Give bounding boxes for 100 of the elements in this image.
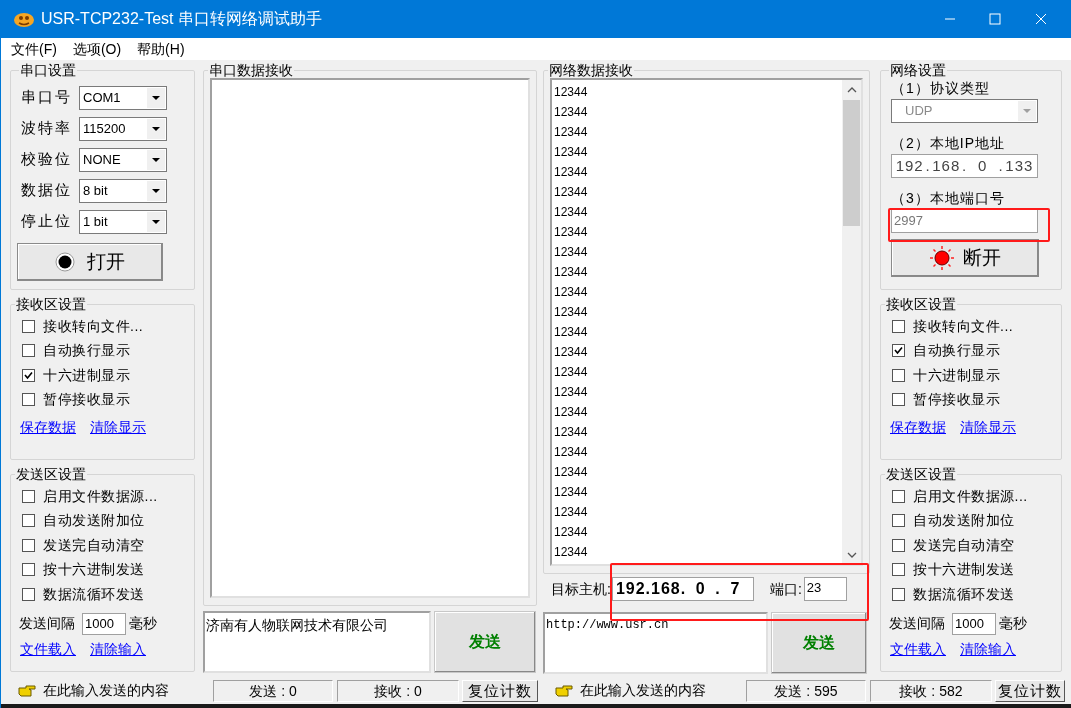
checkbox-label[interactable]: 十六进制显示 [913, 364, 1000, 386]
checkbox-label[interactable]: 自动换行显示 [913, 340, 1000, 362]
received-line: 12344 [554, 544, 589, 561]
received-line: 12344 [554, 284, 589, 301]
checkbox[interactable] [22, 514, 35, 528]
checkbox-label[interactable]: 暂停接收显示 [913, 389, 1000, 411]
checkbox-label[interactable]: 暂停接收显示 [43, 389, 130, 411]
send-text-area[interactable]: http://www.usr.cn [543, 612, 768, 674]
dropdown[interactable]: NONE [79, 147, 167, 172]
checkbox-label[interactable]: 启用文件数据源... [43, 485, 158, 507]
checkbox[interactable] [22, 563, 35, 577]
send-button[interactable]: 发送 [771, 612, 867, 674]
group-title: 串口数据接收 [208, 62, 294, 78]
checkbox-label[interactable]: 自动换行显示 [43, 340, 130, 362]
received-line: 12344 [554, 264, 589, 281]
link[interactable]: 清除输入 [960, 638, 1016, 660]
received-line: 12344 [554, 84, 589, 101]
dropdown[interactable]: 115200 [79, 116, 167, 141]
local-ip-field[interactable]: 192.168. 0 .133 [891, 154, 1038, 178]
link[interactable]: 保存数据 [890, 417, 946, 438]
field-label: 串口号 [21, 87, 73, 108]
checkbox[interactable] [22, 587, 35, 601]
unit-label: 毫秒 [129, 614, 157, 633]
received-line: 12344 [554, 344, 589, 361]
maximize-icon[interactable] [989, 13, 1001, 25]
checkbox-label[interactable]: 接收转向文件... [913, 315, 1014, 337]
scroll-thumb[interactable] [843, 100, 860, 226]
app-logo-icon [13, 10, 35, 28]
receive-text-area[interactable]: 12344 12344 12344 12344 12344 12344 12344 12344 12344 12344 12344 12344 12344 12344 12344 12344 12344 12344 12344 12344 12344 12344 12344 12344 [550, 78, 863, 566]
received-count: 接收 : 0 [337, 679, 459, 702]
checkbox-label[interactable]: 数据流循环发送 [913, 583, 1015, 605]
field-label: 波特率 [21, 118, 73, 139]
host-ip-field[interactable]: 192.168. 0 . 7 [611, 577, 754, 601]
checkbox[interactable] [22, 538, 35, 552]
open-button[interactable]: 打开 [17, 243, 163, 281]
checkbox[interactable] [892, 514, 905, 528]
group-title: 网络数据接收 [548, 62, 634, 78]
checkbox[interactable] [22, 489, 35, 503]
checkbox[interactable] [892, 563, 905, 577]
checkbox-label[interactable]: 自动发送附加位 [43, 510, 145, 532]
checkbox[interactable] [22, 393, 35, 407]
checkbox-label[interactable]: 发送完自动清空 [913, 534, 1015, 556]
checkbox[interactable] [892, 344, 905, 358]
checkbox[interactable] [892, 489, 905, 503]
hint-text: 在此输入发送的内容 [580, 681, 707, 700]
received-line: 12344 [554, 164, 589, 181]
field-label: （3）本地端口号 [891, 189, 1006, 206]
reset-count-button[interactable]: 复位计数 [995, 679, 1065, 702]
received-line: 12344 [554, 304, 589, 321]
disconnect-button[interactable]: 断开 [891, 239, 1039, 277]
checkbox[interactable] [22, 368, 35, 382]
received-line: 12344 [554, 104, 589, 121]
received-line: 12344 [554, 364, 589, 381]
checkbox[interactable] [892, 319, 905, 333]
received-line: 12344 [554, 324, 589, 341]
reset-count-button[interactable]: 复位计数 [462, 679, 538, 702]
checkbox[interactable] [22, 319, 35, 333]
port-field[interactable]: 23 [803, 577, 847, 601]
send-text-area[interactable]: 济南有人物联网技术有限公司 [203, 611, 431, 673]
checkbox-label[interactable]: 发送完自动清空 [43, 534, 145, 556]
sent-count: 发送 : 595 [746, 679, 866, 702]
checkbox-label[interactable]: 十六进制显示 [43, 364, 130, 386]
unit-label: 毫秒 [999, 614, 1027, 633]
menu-item[interactable]: 帮助(H) [137, 38, 185, 60]
link[interactable]: 清除显示 [90, 417, 146, 438]
dropdown[interactable]: 8 bit [79, 178, 167, 203]
group-title: 接收区设置 [15, 296, 87, 312]
link[interactable]: 文件载入 [890, 638, 946, 660]
scrollbar[interactable] [842, 80, 861, 564]
checkbox[interactable] [892, 393, 905, 407]
checkbox[interactable] [892, 368, 905, 382]
link[interactable]: 文件载入 [20, 638, 76, 660]
checkbox-label[interactable]: 按十六进制发送 [913, 559, 1015, 581]
dropdown[interactable]: COM1 [79, 85, 167, 110]
menu-item[interactable]: 选项(O) [72, 38, 122, 60]
group-title: 发送区设置 [15, 466, 87, 482]
hint-text: 在此输入发送的内容 [43, 681, 170, 700]
interval-field[interactable]: 1000 [82, 612, 126, 635]
checkbox-label[interactable]: 接收转向文件... [43, 315, 144, 337]
checkbox[interactable] [892, 538, 905, 552]
link[interactable]: 保存数据 [20, 417, 76, 438]
checkbox-label[interactable]: 启用文件数据源... [913, 485, 1028, 507]
received-line: 12344 [554, 384, 589, 401]
received-line: 12344 [554, 404, 589, 421]
checkbox-label[interactable]: 按十六进制发送 [43, 559, 145, 581]
send-button[interactable]: 发送 [434, 611, 536, 673]
close-icon[interactable] [1035, 13, 1047, 25]
link[interactable]: 清除输入 [90, 638, 146, 660]
link[interactable]: 清除显示 [960, 417, 1016, 438]
received-line: 12344 [554, 124, 589, 141]
menu-item[interactable]: 文件(F) [11, 38, 57, 60]
dropdown[interactable]: 1 bit [79, 209, 167, 234]
interval-field[interactable]: 1000 [952, 612, 996, 635]
checkbox-label[interactable]: 数据流循环发送 [43, 583, 145, 605]
checkbox[interactable] [892, 587, 905, 601]
checkbox-label[interactable]: 自动发送附加位 [913, 510, 1015, 532]
field-label: 停止位 [21, 211, 73, 232]
checkbox[interactable] [22, 344, 35, 358]
port-field[interactable]: 2997 [891, 209, 1038, 233]
field-label: （2）本地IP地址 [891, 134, 1006, 151]
